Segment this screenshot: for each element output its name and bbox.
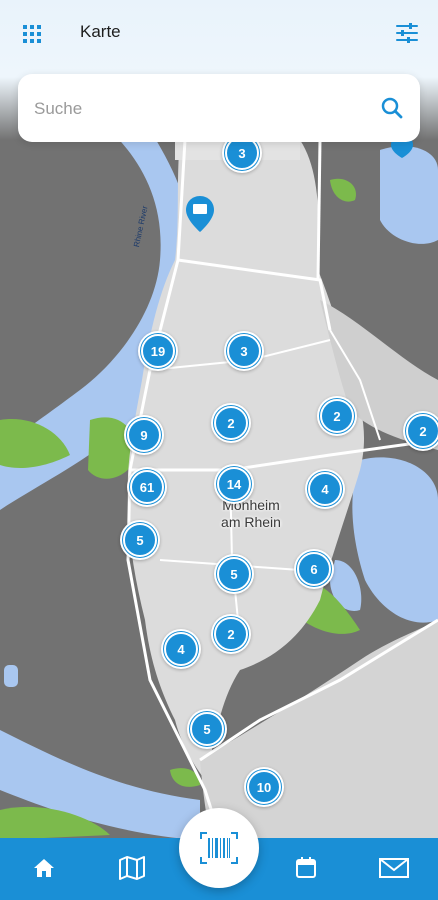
map-cluster-marker[interactable]: 9	[124, 415, 164, 455]
filter-sliders-icon	[396, 23, 418, 43]
map-cluster-marker[interactable]: 19	[138, 331, 178, 371]
cluster-count: 2	[406, 414, 438, 448]
map-cluster-marker[interactable]: 10	[244, 767, 284, 807]
home-icon	[34, 859, 54, 877]
nav-home-button[interactable]	[26, 850, 62, 886]
barcode-scan-button[interactable]	[179, 808, 259, 888]
cluster-count: 4	[308, 472, 342, 506]
map-pin-icon	[186, 196, 214, 232]
search-icon	[381, 97, 403, 119]
cluster-count: 3	[227, 334, 261, 368]
cluster-count: 5	[217, 557, 251, 591]
cluster-count: 9	[127, 418, 161, 452]
barcode-scan-icon	[200, 832, 238, 864]
cluster-count: 5	[190, 712, 224, 746]
map-cluster-marker[interactable]: 5	[214, 554, 254, 594]
cluster-count: 2	[214, 406, 248, 440]
map-cluster-marker[interactable]: 4	[305, 469, 345, 509]
map-cluster-marker[interactable]: 4	[161, 629, 201, 669]
cluster-count: 5	[123, 523, 157, 557]
mail-icon	[379, 858, 409, 878]
map-cluster-marker[interactable]: 2	[211, 614, 251, 654]
map-cluster-marker[interactable]: 6	[294, 549, 334, 589]
nav-map-button[interactable]	[114, 850, 150, 886]
cluster-count: 2	[214, 617, 248, 651]
grid-menu-icon	[23, 25, 41, 43]
map-cluster-marker[interactable]: 2	[211, 403, 251, 443]
map-cluster-marker[interactable]: 14	[214, 464, 254, 504]
nav-calendar-button[interactable]	[288, 850, 324, 886]
map-cluster-marker[interactable]: 2	[403, 411, 438, 451]
map-cluster-marker[interactable]: 5	[120, 520, 160, 560]
map-icon	[119, 856, 145, 880]
grid-menu-button[interactable]	[18, 20, 46, 48]
cluster-count: 4	[164, 632, 198, 666]
cluster-count: 6	[297, 552, 331, 586]
cluster-count: 61	[130, 470, 164, 504]
search-bar	[18, 74, 420, 142]
location-pin-marker[interactable]	[184, 194, 216, 234]
page-title: Karte	[80, 22, 121, 41]
cluster-count: 2	[320, 399, 354, 433]
cluster-count: 10	[247, 770, 281, 804]
cluster-count: 19	[141, 334, 175, 368]
calendar-icon	[296, 857, 316, 878]
map-cluster-marker[interactable]: 61	[127, 467, 167, 507]
cluster-count: 14	[217, 467, 251, 501]
city-label-line2: am Rhein	[221, 514, 281, 530]
search-button[interactable]	[378, 94, 406, 122]
nav-mail-button[interactable]	[376, 850, 412, 886]
filter-button[interactable]	[392, 18, 422, 48]
map-cluster-marker[interactable]: 3	[224, 331, 264, 371]
search-input[interactable]	[32, 92, 366, 126]
map-cluster-marker[interactable]: 5	[187, 709, 227, 749]
map-cluster-marker[interactable]: 2	[317, 396, 357, 436]
